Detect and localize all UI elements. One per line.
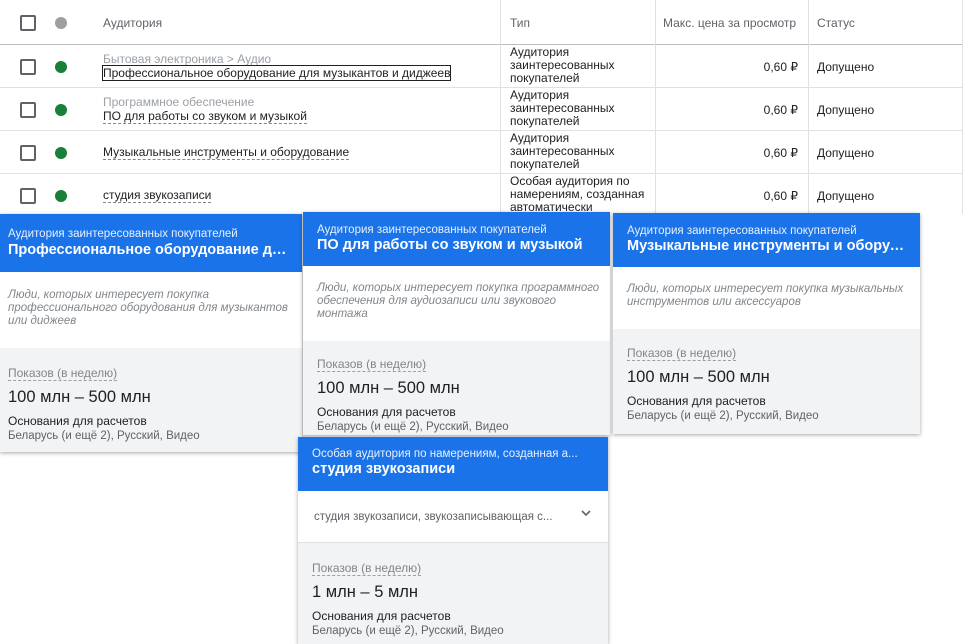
audience-type: Аудитория заинтересованных покупателей <box>510 88 615 128</box>
keywords-dropdown[interactable]: студия звукозаписи, звукозаписывающая с.… <box>298 491 608 543</box>
status-dot-icon <box>55 61 67 73</box>
card-kind: Аудитория заинтересованных покупателей <box>627 225 857 237</box>
card-stats: Показов (в неделю) 100 млн – 500 млн Осн… <box>613 329 920 434</box>
card-kind: Аудитория заинтересованных покупателей <box>317 224 547 236</box>
card-stats: Показов (в неделю) 100 млн – 500 млн Осн… <box>0 348 302 452</box>
card-stats: Показов (в неделю) 100 млн – 500 млн Осн… <box>303 341 610 435</box>
status-dot-icon <box>55 190 67 202</box>
card-description: Люди, которых интересует покупка професс… <box>8 289 288 327</box>
card-header: Аудитория заинтересованных покупателей П… <box>303 212 610 266</box>
card-header: Аудитория заинтересованных покупателей П… <box>0 214 302 272</box>
card-title: студия звукозаписи <box>312 461 456 477</box>
max-price[interactable]: 0,60 ₽ <box>764 146 798 160</box>
header-type[interactable]: Тип <box>510 16 530 30</box>
basis-value: Беларусь (и ещё 2), Русский, Видео <box>627 410 819 422</box>
audience-category: Программное обеспечение <box>103 95 255 109</box>
table-row[interactable]: Музыкальные инструменты и оборудование А… <box>0 131 962 174</box>
select-all-checkbox[interactable] <box>20 15 36 31</box>
basis-value: Беларусь (и ещё 2), Русский, Видео <box>8 430 200 442</box>
card-title: Музыкальные инструменты и оборуд... <box>627 238 910 254</box>
table-header: Аудитория Тип Макс. цена за просмотр Ста… <box>0 0 962 45</box>
audience-card: Аудитория заинтересованных покупателей М… <box>613 213 920 434</box>
status-dot-icon <box>55 147 67 159</box>
card-header: Особая аудитория по намерениям, созданна… <box>298 437 608 491</box>
card-description: Люди, которых интересует покупка музыкал… <box>627 283 904 308</box>
status-header-icon <box>55 17 67 29</box>
impressions-value: 100 млн – 500 млн <box>8 388 151 406</box>
card-kind: Аудитория заинтересованных покупателей <box>8 228 238 240</box>
table-row[interactable]: студия звукозаписи Особая аудитория по н… <box>0 174 962 217</box>
status-text: Допущено <box>817 189 875 203</box>
max-price[interactable]: 0,60 ₽ <box>764 60 798 74</box>
header-audience[interactable]: Аудитория <box>103 16 162 30</box>
max-price[interactable]: 0,60 ₽ <box>764 189 798 203</box>
card-kind: Особая аудитория по намерениям, созданна… <box>312 448 578 460</box>
audience-type: Особая аудитория по намерениям, созданна… <box>510 175 645 214</box>
audience-card: Аудитория заинтересованных покупателей П… <box>303 212 610 435</box>
impressions-label[interactable]: Показов (в неделю) <box>317 357 427 372</box>
table-row[interactable]: Программное обеспечение ПО для работы со… <box>0 88 962 131</box>
header-status[interactable]: Статус <box>817 16 855 30</box>
keywords-text: студия звукозаписи, звукозаписывающая с.… <box>314 511 553 523</box>
status-text: Допущено <box>817 146 875 160</box>
audience-type: Аудитория заинтересованных покупателей <box>510 131 615 171</box>
audience-name-link[interactable]: студия звукозаписи <box>103 188 212 203</box>
card-title: Профессиональное оборудование дл... <box>8 242 292 258</box>
impressions-value: 100 млн – 500 млн <box>317 379 460 397</box>
row-checkbox[interactable] <box>20 59 36 75</box>
audience-name-link[interactable]: ПО для работы со звуком и музыкой <box>103 109 307 124</box>
card-description: Люди, которых интересует покупка програм… <box>317 282 600 320</box>
card-title: ПО для работы со звуком и музыкой <box>317 237 583 253</box>
row-checkbox[interactable] <box>20 145 36 161</box>
impressions-label[interactable]: Показов (в неделю) <box>8 366 118 381</box>
impressions-value: 1 млн – 5 млн <box>312 583 419 601</box>
card-header: Аудитория заинтересованных покупателей М… <box>613 213 920 267</box>
row-checkbox[interactable] <box>20 188 36 204</box>
impressions-label[interactable]: Показов (в неделю) <box>312 561 422 576</box>
row-checkbox[interactable] <box>20 102 36 118</box>
card-stats: Показов (в неделю) 1 млн – 5 млн Основан… <box>298 543 608 644</box>
status-dot-icon <box>55 104 67 116</box>
basis-label: Основания для расчетов <box>312 609 451 623</box>
table-row[interactable]: Бытовая электроника > Аудио Профессионал… <box>0 45 962 88</box>
basis-label: Основания для расчетов <box>317 405 456 419</box>
audience-category: Бытовая электроника > Аудио <box>103 52 272 66</box>
status-text: Допущено <box>817 103 875 117</box>
chevron-down-icon[interactable] <box>580 507 592 522</box>
status-text: Допущено <box>817 60 875 74</box>
basis-label: Основания для расчетов <box>8 414 147 428</box>
custom-intent-card: Особая аудитория по намерениям, созданна… <box>298 437 608 644</box>
audience-type: Аудитория заинтересованных покупателей <box>510 45 615 85</box>
impressions-value: 100 млн – 500 млн <box>627 368 770 386</box>
header-max-price[interactable]: Макс. цена за просмотр <box>663 16 796 30</box>
basis-label: Основания для расчетов <box>627 394 766 408</box>
audience-name-link[interactable]: Музыкальные инструменты и оборудование <box>103 145 350 160</box>
basis-value: Беларусь (и ещё 2), Русский, Видео <box>312 625 504 637</box>
audience-card: Аудитория заинтересованных покупателей П… <box>0 214 302 452</box>
basis-value: Беларусь (и ещё 2), Русский, Видео <box>317 421 509 433</box>
impressions-label[interactable]: Показов (в неделю) <box>627 346 737 361</box>
column-divider <box>962 0 963 214</box>
max-price[interactable]: 0,60 ₽ <box>764 103 798 117</box>
audience-name-link[interactable]: Профессиональное оборудование для музыка… <box>101 65 452 81</box>
